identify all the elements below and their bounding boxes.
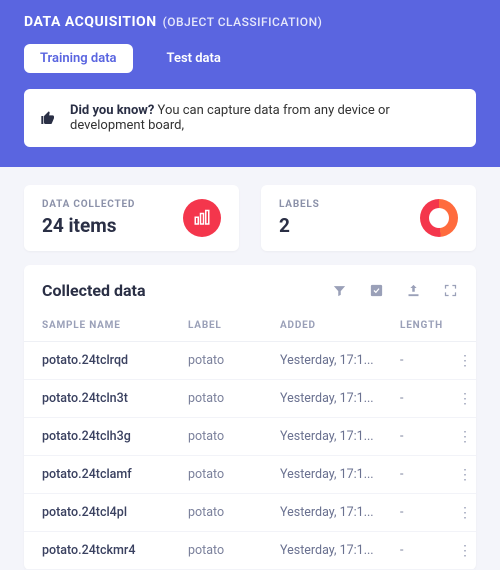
filter-icon[interactable] [332,283,347,298]
stat-value: 24 items [42,214,135,237]
cell-sample-name: potato.24tcln3t [42,391,188,406]
row-menu-icon[interactable]: ⋮ [456,544,472,558]
panel-title: Collected data [42,281,146,300]
tab-training-data[interactable]: Training data [24,44,133,73]
stat-text: DATA COLLECTED 24 items [42,199,135,237]
cell-added: Yesterday, 17:1... [280,429,400,444]
panel-actions [332,283,458,298]
cell-added: Yesterday, 17:1... [280,391,400,406]
stat-value: 2 [279,214,320,237]
banner-strong: Did you know? [70,103,154,118]
stat-data-collected: DATA COLLECTED 24 items [24,185,239,251]
tabs: Training data Test data [24,44,476,73]
cell-label: potato [188,505,280,520]
donut-icon [420,199,458,237]
cell-length: - [400,391,456,406]
row-menu-icon[interactable]: ⋮ [456,392,472,406]
cell-added: Yesterday, 17:1... [280,467,400,482]
stat-label: DATA COLLECTED [42,199,135,210]
title-row: DATA ACQUISITION (OBJECT CLASSIFICATION) [24,14,476,30]
table-row[interactable]: potato.24tcln3tpotatoYesterday, 17:1...-… [24,380,476,418]
col-sample-name[interactable]: SAMPLE NAME [42,320,188,331]
cell-sample-name: potato.24tcl4pl [42,505,188,520]
cell-label: potato [188,391,280,406]
banner-text: Did you know? You can capture data from … [70,103,460,133]
cell-label: potato [188,543,280,558]
banner-wrap: Did you know? You can capture data from … [0,89,500,167]
cell-sample-name: potato.24tclamf [42,467,188,482]
cell-label: potato [188,467,280,482]
cell-label: potato [188,429,280,444]
cell-sample-name: potato.24tclrqd [42,353,188,368]
cell-length: - [400,467,456,482]
cell-sample-name: potato.24tclh3g [42,429,188,444]
panel-head: Collected data [24,265,476,312]
chart-icon [183,199,221,237]
row-menu-icon[interactable]: ⋮ [456,354,472,368]
stat-labels: LABELS 2 [261,185,476,251]
collected-data-panel: Collected data SAMPLE NAME LABEL ADDED L… [24,265,476,570]
table-row[interactable]: potato.24tclamfpotatoYesterday, 17:1...-… [24,456,476,494]
table-row[interactable]: potato.24tckmr4potatoYesterday, 17:1...-… [24,532,476,570]
cell-length: - [400,505,456,520]
table-row[interactable]: potato.24tclh3gpotatoYesterday, 17:1...-… [24,418,476,456]
col-length[interactable]: LENGTH [400,320,456,331]
cell-added: Yesterday, 17:1... [280,353,400,368]
thumbs-up-icon [40,110,56,126]
info-banner: Did you know? You can capture data from … [24,89,476,147]
col-label[interactable]: LABEL [188,320,280,331]
row-menu-icon[interactable]: ⋮ [456,468,472,482]
select-all-icon[interactable] [369,283,384,298]
upload-icon[interactable] [406,283,421,298]
row-menu-icon[interactable]: ⋮ [456,430,472,444]
stat-label: LABELS [279,199,320,210]
stats-row: DATA COLLECTED 24 items LABELS 2 [0,167,500,265]
tab-test-data[interactable]: Test data [151,44,237,73]
expand-icon[interactable] [443,283,458,298]
cell-sample-name: potato.24tckmr4 [42,543,188,558]
page-header: DATA ACQUISITION (OBJECT CLASSIFICATION)… [0,0,500,89]
col-menu [456,320,472,331]
row-menu-icon[interactable]: ⋮ [456,506,472,520]
cell-label: potato [188,353,280,368]
col-added[interactable]: ADDED [280,320,400,331]
table-header: SAMPLE NAME LABEL ADDED LENGTH [24,312,476,342]
cell-length: - [400,353,456,368]
cell-length: - [400,429,456,444]
page-subtitle: (OBJECT CLASSIFICATION) [163,15,323,29]
cell-added: Yesterday, 17:1... [280,505,400,520]
table-row[interactable]: potato.24tclrqdpotatoYesterday, 17:1...-… [24,342,476,380]
cell-length: - [400,543,456,558]
cell-added: Yesterday, 17:1... [280,543,400,558]
page-title: DATA ACQUISITION [24,14,157,30]
stat-text: LABELS 2 [279,199,320,237]
table-body: potato.24tclrqdpotatoYesterday, 17:1...-… [24,342,476,570]
